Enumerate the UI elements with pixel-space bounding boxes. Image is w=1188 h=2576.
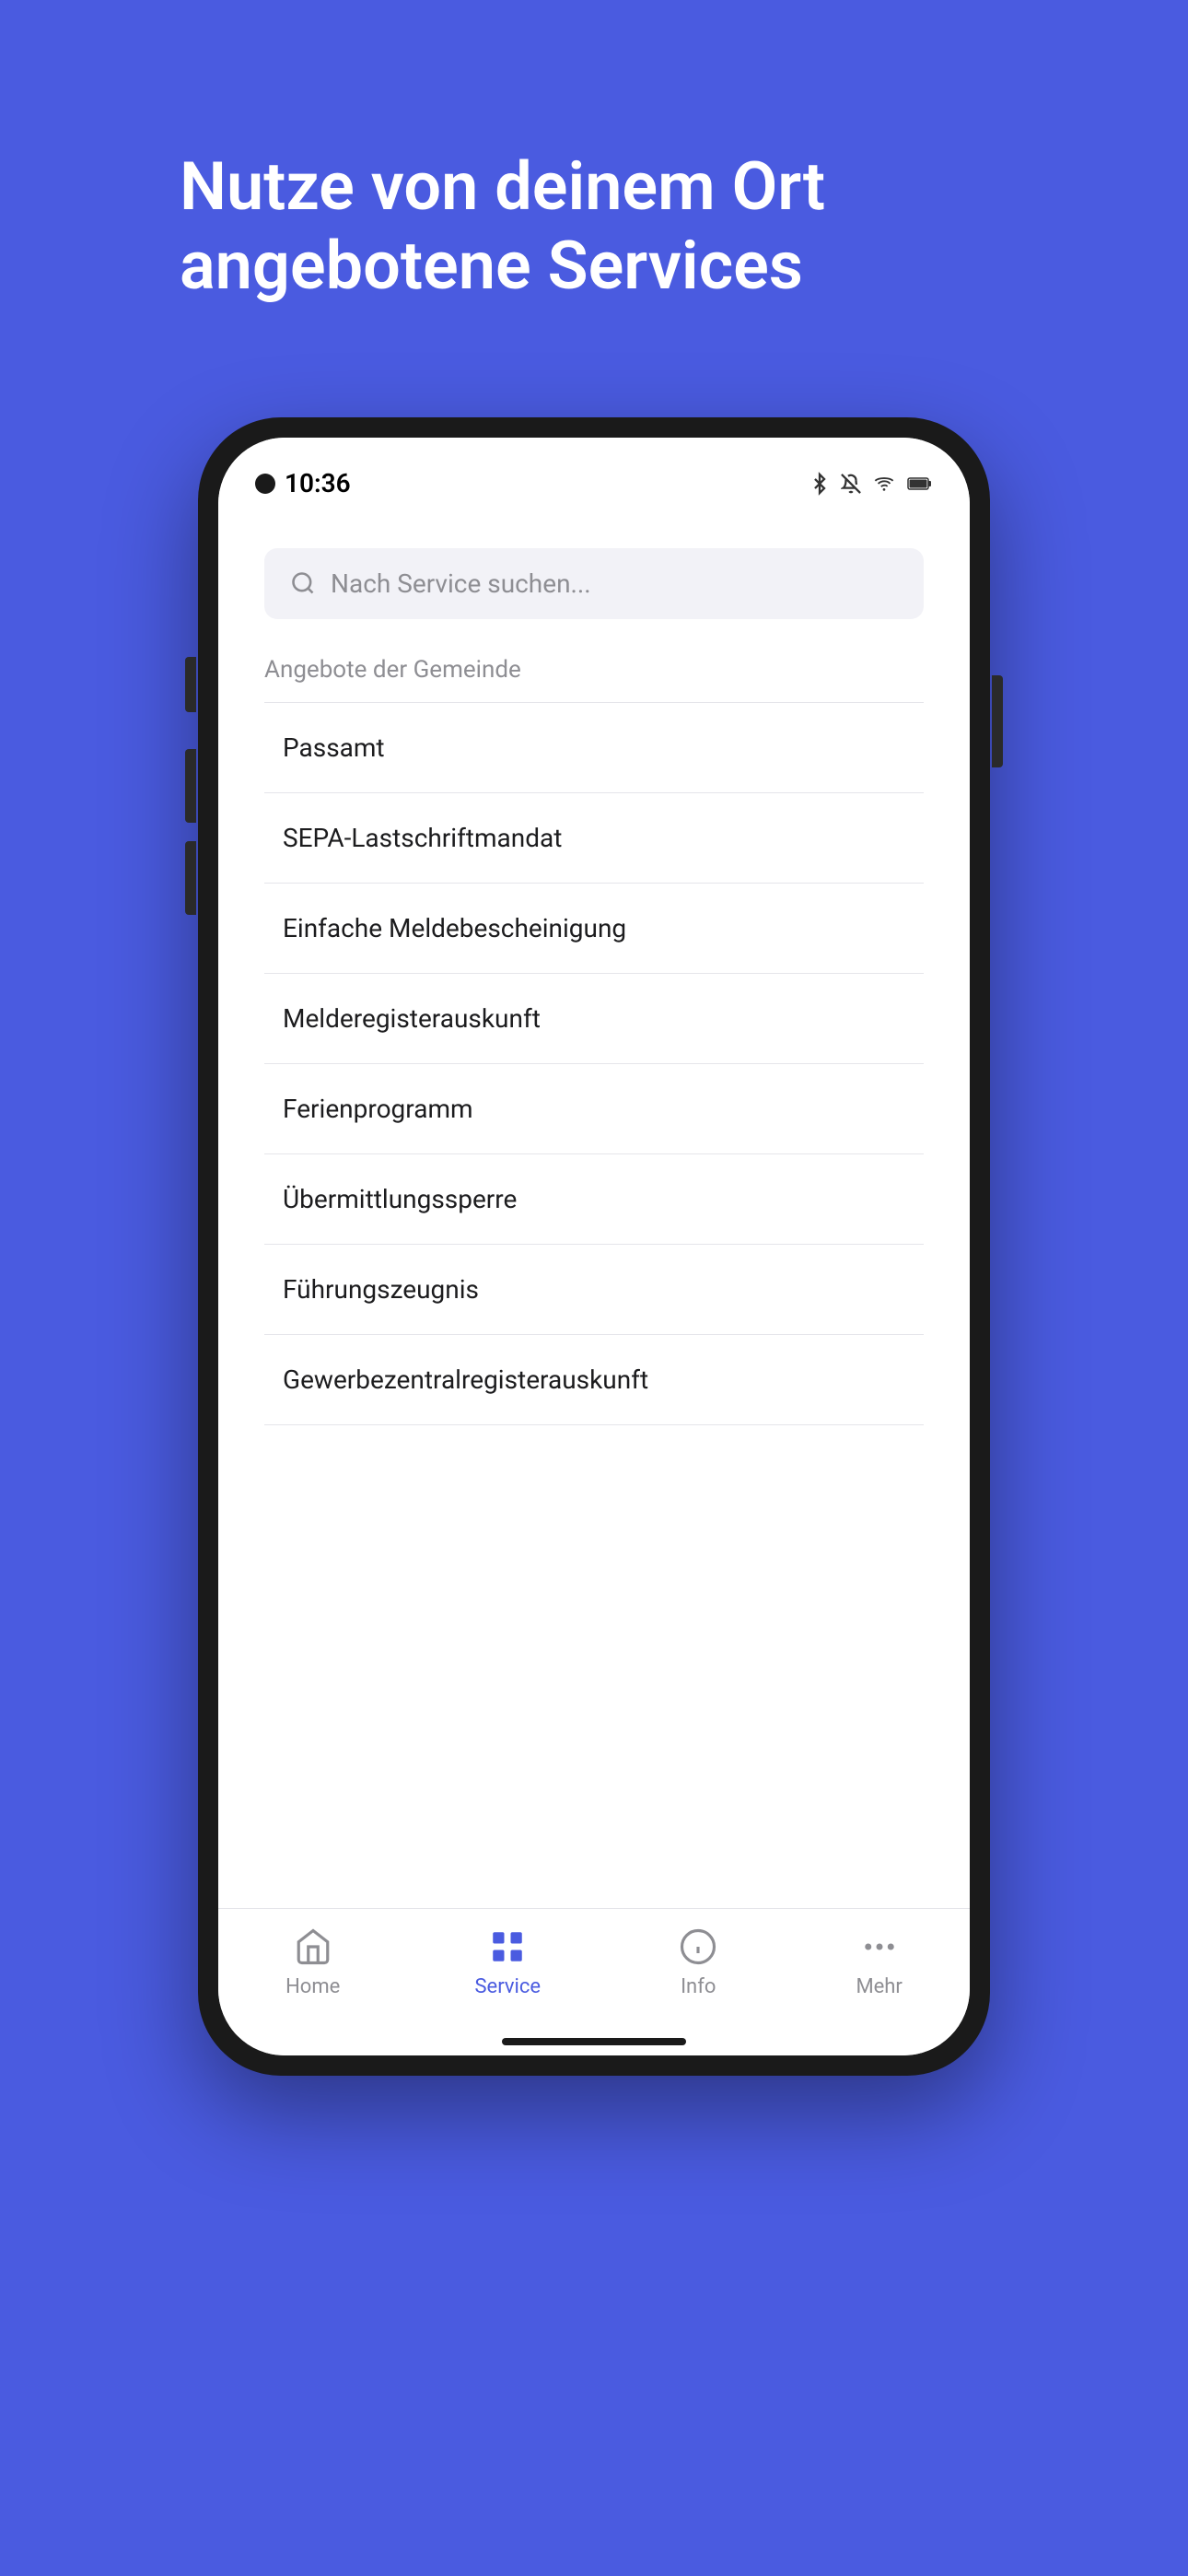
service-item-sepa[interactable]: SEPA-Lastschriftmandat [264,793,924,884]
wifi-icon [872,474,896,494]
home-icon [294,1927,332,1966]
nav-label-info: Info [681,1975,716,1998]
bluetooth-icon [809,472,830,496]
service-grid-icon [488,1927,527,1966]
nav-label-home: Home [285,1975,340,1998]
service-item-uebermittlungssperre[interactable]: Übermittlungssperre [264,1154,924,1245]
home-bar [218,2037,970,2055]
home-indicator [502,2038,686,2045]
service-item-passamt[interactable]: Passamt [264,702,924,793]
nav-item-mehr[interactable]: Mehr [856,1924,902,1998]
service-item-melderegister[interactable]: Melderegisterauskunft [264,974,924,1064]
services-list: Passamt SEPA-Lastschriftmandat Einfache … [264,702,924,1908]
phone-frame: 10:36 [198,417,990,2076]
search-bar[interactable]: Nach Service suchen... [264,548,924,619]
bell-off-icon [841,472,861,496]
nav-item-home[interactable]: Home [285,1924,340,1998]
nav-label-service: Service [474,1975,541,1998]
search-icon [290,570,316,596]
search-placeholder-text: Nach Service suchen... [331,568,591,599]
info-icon [679,1927,717,1966]
bottom-nav: Home Service [218,1908,970,2037]
app-content: Nach Service suchen... Angebote der Geme… [218,511,970,1908]
section-label: Angebote der Gemeinde [264,656,924,684]
service-item-gewerbezentral[interactable]: Gewerbezentralregisterauskunft [264,1335,924,1425]
more-icon [860,1927,899,1966]
service-item-ferienprogramm[interactable]: Ferienprogramm [264,1064,924,1154]
phone-screen: 10:36 [218,438,970,2055]
nav-label-mehr: Mehr [856,1975,902,1998]
service-item-fuehrungszeugnis[interactable]: Führungszeugnis [264,1245,924,1335]
nav-item-info[interactable]: Info [675,1924,721,1998]
nav-item-service[interactable]: Service [474,1924,541,1998]
camera-dot [255,474,275,494]
service-item-meldebescheinigung[interactable]: Einfache Meldebescheinigung [264,884,924,974]
status-time-area: 10:36 [255,468,351,498]
battery-icon [907,475,933,492]
time-display: 10:36 [285,468,351,498]
status-icons [809,472,933,496]
status-bar: 10:36 [218,438,970,511]
headline: Nutze von deinem Ort angebotene Services [180,147,1008,307]
